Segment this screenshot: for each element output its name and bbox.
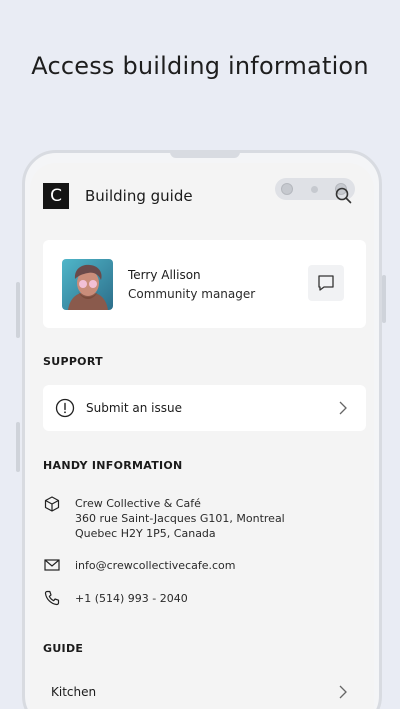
search-button[interactable]	[333, 185, 355, 207]
camera-sensor	[311, 186, 318, 193]
submit-issue-row[interactable]: Submit an issue	[43, 385, 366, 431]
phone-speaker	[170, 153, 240, 158]
address-line: Quebec H2Y 1P5, Canada	[75, 527, 216, 540]
contact-name: Terry Allison	[128, 268, 201, 282]
app-screen: C Building guide Terry Allison Community…	[30, 163, 374, 709]
email-link[interactable]: info@crewcollectivecafe.com	[75, 558, 236, 573]
avatar	[62, 259, 113, 310]
cube-icon	[44, 496, 60, 512]
phone-frame: C Building guide Terry Allison Community…	[22, 150, 382, 709]
search-icon	[335, 187, 352, 204]
chevron-right-icon[interactable]	[337, 685, 349, 699]
app-logo: C	[43, 183, 69, 209]
guide-item-kitchen[interactable]: Kitchen	[51, 685, 96, 699]
phone-side-button	[382, 275, 386, 323]
app-bar: C Building guide	[30, 163, 374, 223]
support-section-label: SUPPORT	[43, 355, 103, 368]
phone-link[interactable]: +1 (514) 993 - 2040	[75, 591, 188, 606]
contact-role: Community manager	[128, 287, 256, 301]
message-button[interactable]	[308, 265, 344, 301]
page-title: Building guide	[85, 187, 193, 205]
guide-section-label: GUIDE	[43, 642, 84, 655]
exclamation-circle-icon	[55, 398, 75, 418]
phone-side-button	[16, 422, 20, 472]
address-line: 360 rue Saint-Jacques G101, Montreal	[75, 512, 285, 525]
camera-lens	[281, 183, 293, 195]
community-manager-card: Terry Allison Community manager	[43, 240, 366, 328]
phone-side-button	[16, 282, 20, 338]
phone-icon	[44, 590, 60, 606]
address-line: Crew Collective & Café	[75, 497, 201, 510]
chat-bubble-icon	[318, 275, 334, 291]
promo-headline: Access building information	[31, 52, 369, 80]
envelope-icon	[44, 559, 60, 571]
submit-issue-label: Submit an issue	[86, 401, 182, 415]
chevron-right-icon	[339, 401, 347, 415]
handy-info-section-label: HANDY INFORMATION	[43, 459, 183, 472]
